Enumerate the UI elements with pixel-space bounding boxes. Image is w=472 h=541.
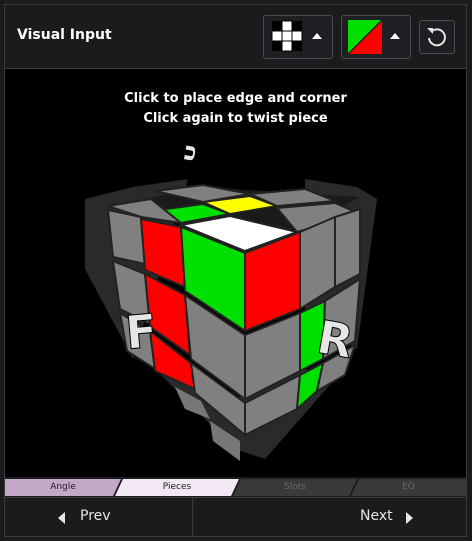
green-red-swatch-icon	[347, 19, 383, 55]
chevron-up-icon	[312, 33, 322, 39]
cross-pattern-icon	[271, 20, 303, 52]
cube-front-sticker[interactable]	[106, 208, 147, 266]
chevron-up-icon	[390, 33, 400, 39]
reset-button[interactable]	[419, 20, 455, 54]
cube-viewport[interactable]: Click to place edge and corner Click aga…	[5, 69, 466, 477]
tab-pieces[interactable]: Pieces	[115, 479, 239, 496]
chevron-left-icon	[58, 512, 65, 524]
chevron-right-icon	[406, 512, 413, 524]
face-label-front: F	[123, 303, 159, 360]
pattern-dropdown-button[interactable]	[263, 15, 333, 59]
tab-slots[interactable]: Slots	[233, 479, 357, 496]
panel-title: Visual Input	[17, 27, 112, 43]
tab-angle[interactable]: Angle	[5, 479, 121, 496]
nav-bar: Prev Next	[5, 497, 466, 537]
color-dropdown-button[interactable]	[341, 15, 411, 59]
visual-input-panel: Visual Input Click to place edge and cor…	[4, 4, 467, 537]
next-button[interactable]: Next	[193, 498, 466, 537]
face-label-up: U	[182, 143, 200, 163]
reset-icon	[427, 28, 446, 47]
step-tabs: Angle Pieces Slots EO	[5, 477, 466, 496]
prev-button[interactable]: Prev	[5, 498, 193, 537]
tab-eo[interactable]: EO	[351, 479, 466, 496]
cube-3d-view[interactable]: U F R	[5, 69, 466, 477]
cube-right-sticker[interactable]	[334, 207, 361, 289]
panel-header: Visual Input	[5, 5, 466, 69]
